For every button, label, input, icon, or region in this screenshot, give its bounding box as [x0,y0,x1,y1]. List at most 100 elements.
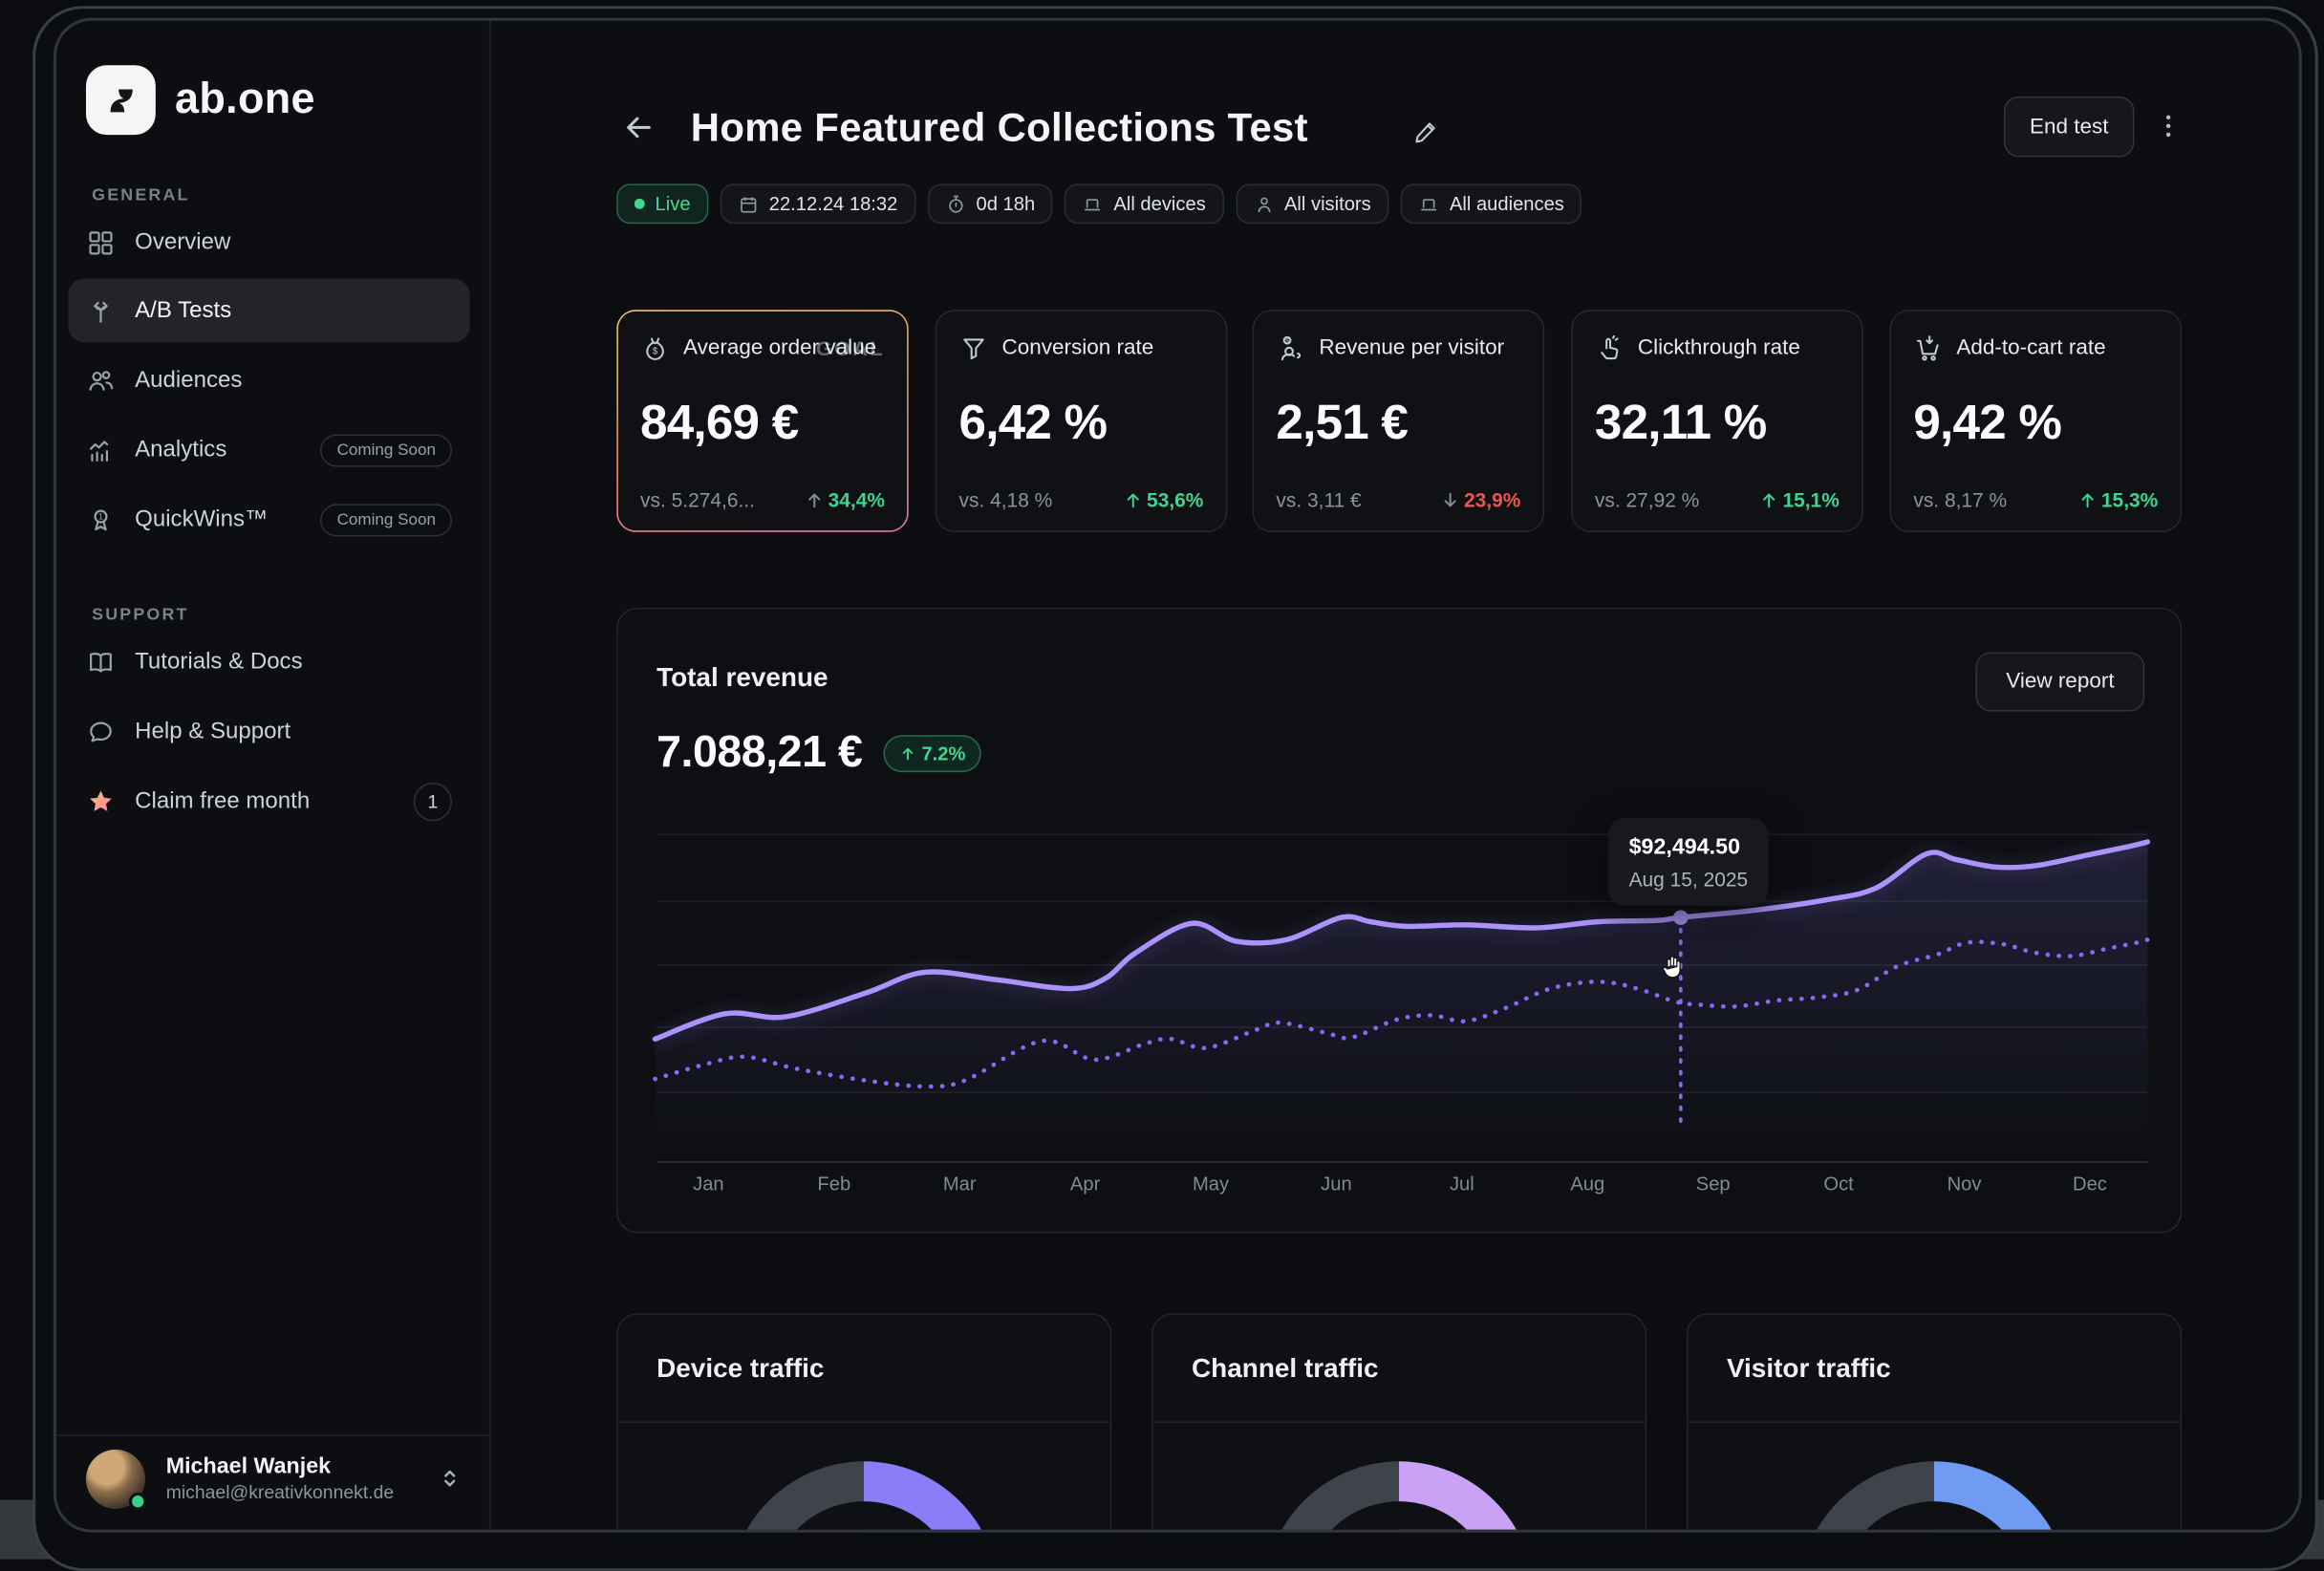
kpi-title: Conversion rate [1001,336,1153,360]
star-icon [86,786,116,816]
app-window: ab.one GENERAL Overview A/B Tests Aud [54,18,2302,1533]
kpi-delta: 15,3% [2101,489,2158,511]
start-date-chip: 22.12.24 18:32 [721,183,915,224]
chip-label: All audiences [1450,193,1564,215]
book-icon [86,647,116,677]
back-arrow-icon[interactable] [621,110,656,145]
sidebar-item-label: A/B Tests [135,297,231,324]
sidebar-item-label: Audiences [135,367,242,394]
sidebar-item-analytics[interactable]: Analytics Coming Soon [68,418,469,482]
overview-icon [86,227,116,257]
arrow-down-icon [1440,490,1459,509]
kpi-value: 9,42 % [1913,395,2158,451]
kpi-value: 2,51 € [1276,395,1520,451]
sidebar-item-label: QuickWins™ [135,506,268,533]
chip-label: All devices [1113,193,1205,215]
devices-chip: All devices [1065,183,1223,224]
claim-count-badge: 1 [414,782,452,820]
x-axis-label: Dec [2073,1173,2107,1194]
channel-traffic-title: Channel traffic [1153,1315,1646,1423]
kpi-delta: 34,4% [828,489,885,511]
device-traffic-title: Device traffic [618,1315,1110,1423]
kpi-title: Clickthrough rate [1638,336,1800,360]
funnel-icon [959,334,989,363]
device-traffic-card: Device traffic [616,1313,1111,1533]
kpi-delta: 23,9% [1464,489,1520,511]
chart-tooltip: $92,494.50 Aug 15, 2025 [1608,818,1769,906]
x-axis-label: Jun [1321,1173,1352,1194]
sidebar-item-quickwins[interactable]: 1 QuickWins™ Coming Soon [68,487,469,551]
kpi-delta: 53,6% [1147,489,1203,511]
coming-soon-badge: Coming Soon [321,504,453,536]
kpi-card-add-to-cart-rate[interactable]: Add-to-cart rate 9,42 % vs. 8,17 % 15,3% [1890,310,2183,532]
chat-icon [86,717,116,746]
user-profile[interactable]: Michael Wanjek michael@kreativkonnekt.de [56,1434,489,1529]
cursor-hand-icon [1662,953,1687,980]
laptop-icon [1083,193,1104,214]
audiences-icon [86,365,116,395]
user-email: michael@kreativkonnekt.de [166,1480,394,1505]
kpi-card-clickthrough-rate[interactable]: Clickthrough rate 32,11 % vs. 27,92 % 15… [1571,310,1863,532]
end-test-button[interactable]: End test [2004,97,2134,158]
brand-name: ab.one [175,75,315,124]
sidebar-item-overview[interactable]: Overview [68,210,469,274]
chip-label: All visitors [1284,193,1371,215]
arrow-up-icon [805,490,824,509]
arrow-up-icon [1759,490,1778,509]
user-info: Michael Wanjek michael@kreativkonnekt.de [166,1452,394,1505]
kpi-title: Add-to-cart rate [1956,336,2105,360]
revenue-line-chart[interactable] [618,609,2184,1235]
sidebar-item-help[interactable]: Help & Support [68,699,469,764]
kpi-card-average-order-value[interactable]: $ Average order value GOAL 84,69 € vs. 5… [616,310,909,532]
sidebar-item-ab-tests[interactable]: A/B Tests [68,279,469,343]
chip-label: Live [656,193,691,215]
sidebar-item-claim-free-month[interactable]: Claim free month 1 [68,769,469,833]
x-axis-label: Mar [943,1173,977,1194]
x-axis-label: Nov [1947,1173,1982,1194]
avatar [86,1449,145,1508]
quickwins-icon: 1 [86,505,116,534]
sidebar-item-audiences[interactable]: Audiences [68,348,469,412]
visitor-traffic-donut[interactable] [1799,1461,2069,1532]
tooltip-date: Aug 15, 2025 [1629,869,1749,891]
svg-text:$: $ [653,346,658,356]
main-content: Home Featured Collections Test End test … [490,21,2301,1530]
page-title: Home Featured Collections Test [691,105,1308,151]
cart-download-icon [1913,334,1943,363]
x-axis-label: Oct [1823,1173,1853,1194]
sidebar-item-label: Overview [135,229,230,256]
tooltip-value: $92,494.50 [1629,834,1749,859]
edit-pencil-icon[interactable] [1412,118,1440,145]
kebab-menu-icon[interactable] [2154,105,2184,146]
click-tap-icon [1595,334,1625,363]
device-traffic-donut[interactable] [729,1461,999,1532]
chevron-up-down-icon[interactable] [438,1466,463,1491]
section-label-general: GENERAL [92,186,189,204]
arrow-up-icon [1123,490,1142,509]
kpi-vs: vs. 5.274,6... [640,489,755,511]
live-status-chip: Live [616,183,708,224]
x-axis-label: Jan [693,1173,724,1194]
laptop-icon [1418,193,1439,214]
sidebar-item-label: Analytics [135,437,226,463]
arrow-up-icon [2077,490,2097,509]
kpi-value: 32,11 % [1595,395,1840,451]
duration-chip: 0d 18h [927,183,1052,224]
kpi-card-revenue-per-visitor[interactable]: $ Revenue per visitor 2,51 € vs. 3,11 € … [1253,310,1545,532]
kpi-vs: vs. 8,17 % [1913,489,2007,511]
channel-traffic-donut[interactable] [1264,1461,1534,1532]
person-icon [1253,193,1274,214]
online-status-dot [129,1492,147,1510]
x-axis-label: Feb [817,1173,850,1194]
brand-logo: ab.one [86,65,315,135]
analytics-icon [86,435,116,464]
user-name: Michael Wanjek [166,1452,394,1479]
x-axis-label: Aug [1570,1173,1604,1194]
kpi-card-conversion-rate[interactable]: Conversion rate 6,42 % vs. 4,18 % 53,6% [936,310,1228,532]
chart-hover-marker [1673,910,1689,925]
kpi-value: 6,42 % [959,395,1204,451]
kpi-vs: vs. 27,92 % [1595,489,1699,511]
visitor-traffic-title: Visitor traffic [1689,1315,2181,1423]
sidebar-item-tutorials[interactable]: Tutorials & Docs [68,630,469,694]
kpi-title: Average order value [683,336,876,360]
